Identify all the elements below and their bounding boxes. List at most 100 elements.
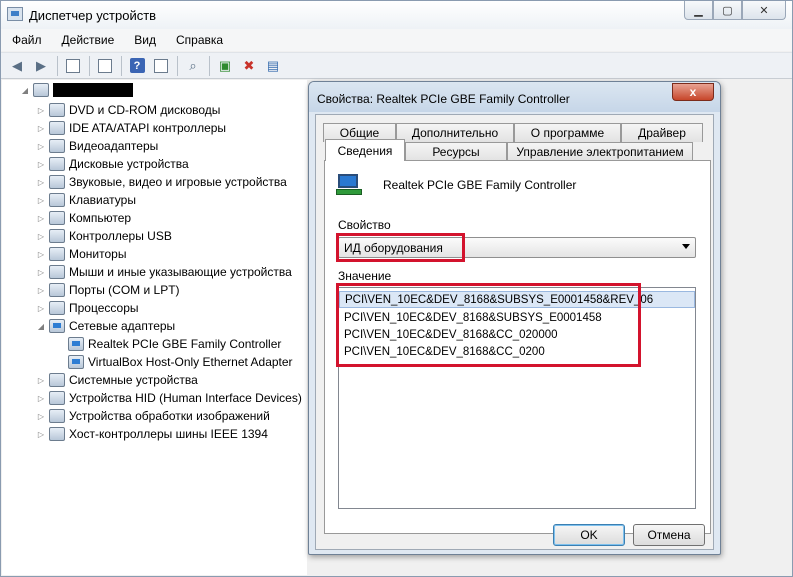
tab-power-management[interactable]: Управление электропитанием: [507, 142, 693, 161]
tree-item[interactable]: ▷ Устройства HID (Human Interface Devices…: [36, 389, 302, 407]
close-icon: x: [689, 85, 697, 99]
tree-item-label: Клавиатуры: [69, 193, 136, 207]
tree-item-label: Компьютер: [69, 211, 132, 225]
ok-button[interactable]: OK: [553, 524, 625, 546]
back-arrow-icon[interactable]: ◀: [7, 56, 27, 76]
tree-item-label: Видеоадаптеры: [69, 139, 159, 153]
view-icon[interactable]: [151, 56, 171, 76]
network-adapter-icon: [68, 355, 84, 369]
property-label: Свойство: [338, 218, 391, 232]
maximize-button[interactable]: ▢: [713, 1, 742, 20]
tab-driver[interactable]: Драйвер: [621, 123, 703, 142]
expand-icon[interactable]: ▷: [36, 394, 46, 403]
device-manager-window: Диспетчер устройств ▁ ▢ ✕ Файл Действие …: [0, 0, 793, 577]
tree-item[interactable]: ▷ Дисковые устройства: [36, 155, 189, 173]
expand-icon[interactable]: ▷: [36, 106, 46, 115]
device-manager-icon: [7, 7, 23, 21]
mouse-icon: [49, 265, 65, 279]
expand-icon[interactable]: ▷: [36, 412, 46, 421]
tree-item-label: Устройства HID (Human Interface Devices): [69, 391, 302, 405]
expand-icon[interactable]: ▷: [36, 142, 46, 151]
expand-icon[interactable]: ▷: [36, 304, 46, 313]
tree-item-label: Realtek PCIe GBE Family Controller: [88, 337, 282, 351]
tree-item-label: Звуковые, видео и игровые устройства: [69, 175, 287, 189]
help-icon[interactable]: ?: [127, 56, 147, 76]
tree-item[interactable]: ▷ DVD и CD-ROM дисководы: [36, 101, 220, 119]
tree-item[interactable]: ▷ Порты (COM и LPT): [36, 281, 180, 299]
tree-item[interactable]: ▷ Звуковые, видео и игровые устройства: [36, 173, 287, 191]
scan-hardware-icon[interactable]: ⌕: [183, 56, 203, 76]
tab-advanced[interactable]: Дополнительно: [396, 123, 514, 142]
expand-icon[interactable]: ▷: [36, 124, 46, 133]
tree-item[interactable]: ▷ Компьютер: [36, 209, 131, 227]
tab-resources[interactable]: Ресурсы: [405, 142, 507, 161]
tree-item[interactable]: ▷ Устройства обработки изображений: [36, 407, 270, 425]
title-bar: Диспетчер устройств ▁ ▢ ✕: [1, 1, 792, 29]
menu-file[interactable]: Файл: [9, 31, 45, 49]
hid-icon: [49, 391, 65, 405]
tree-item[interactable]: ▷ Процессоры: [36, 299, 139, 317]
expand-icon[interactable]: ▷: [36, 196, 46, 205]
tree-item[interactable]: ▷ Контроллеры USB: [36, 227, 172, 245]
window-controls: ▁ ▢ ✕: [684, 1, 786, 20]
tab-about[interactable]: О программе: [514, 123, 621, 142]
tree-item[interactable]: ◢ Сетевые адаптеры: [36, 317, 175, 335]
disable-device-icon[interactable]: ✖: [239, 56, 259, 76]
tree-item[interactable]: VirtualBox Host-Only Ethernet Adapter: [68, 353, 293, 371]
tree-item-label: Мыши и иные указывающие устройства: [69, 265, 292, 279]
tree-item-label: Контроллеры USB: [69, 229, 172, 243]
expand-icon[interactable]: ▷: [36, 178, 46, 187]
tree-item[interactable]: Realtek PCIe GBE Family Controller: [68, 335, 281, 353]
menu-view[interactable]: Вид: [131, 31, 159, 49]
tree-item[interactable]: ▷ IDE ATA/ATAPI контроллеры: [36, 119, 226, 137]
tab-details[interactable]: Сведения: [325, 139, 405, 161]
close-button[interactable]: ✕: [742, 1, 786, 20]
tree-item-label: Порты (COM и LPT): [69, 283, 180, 297]
tree-item[interactable]: ▷ Системные устройства: [36, 371, 198, 389]
dialog-close-button[interactable]: x: [672, 83, 714, 101]
tree-root[interactable]: ◢: [20, 81, 133, 99]
expand-icon[interactable]: ▷: [36, 286, 46, 295]
tree-item[interactable]: ▷ Хост-контроллеры шины IEEE 1394: [36, 425, 268, 443]
properties-icon[interactable]: [95, 56, 115, 76]
port-icon: [49, 283, 65, 297]
collapse-icon[interactable]: ◢: [20, 86, 30, 95]
expand-icon[interactable]: ▷: [36, 376, 46, 385]
values-label: Значение: [338, 269, 392, 283]
tree-item[interactable]: ▷ Мыши и иные указывающие устройства: [36, 263, 292, 281]
update-driver-icon[interactable]: ▣: [215, 56, 235, 76]
tree-item[interactable]: ▷ Клавиатуры: [36, 191, 136, 209]
expand-icon[interactable]: ▷: [36, 232, 46, 241]
ide-controller-icon: [49, 121, 65, 135]
tree-item[interactable]: ▷ Мониторы: [36, 245, 126, 263]
tree-item-label: VirtualBox Host-Only Ethernet Adapter: [88, 355, 293, 369]
expand-icon[interactable]: ▷: [36, 160, 46, 169]
imaging-device-icon: [49, 409, 65, 423]
device-tree: ◢ ▷ DVD и CD-ROM дисководы ▷ IDE ATA/ATAPI…: [2, 80, 307, 575]
maximize-icon: ▢: [722, 4, 733, 17]
sound-device-icon: [49, 175, 65, 189]
expand-icon[interactable]: ▷: [36, 430, 46, 439]
menu-help[interactable]: Справка: [173, 31, 226, 49]
menu-action[interactable]: Действие: [59, 31, 118, 49]
collapse-icon[interactable]: ◢: [36, 322, 46, 331]
tree-item-label: Сетевые адаптеры: [69, 319, 176, 333]
menu-bar: Файл Действие Вид Справка: [1, 29, 792, 51]
minimize-button[interactable]: ▁: [684, 1, 713, 20]
show-hide-tree-icon[interactable]: [63, 56, 83, 76]
display-adapter-icon: [49, 139, 65, 153]
tree-item-label: IDE ATA/ATAPI контроллеры: [69, 121, 227, 135]
minimize-icon: ▁: [694, 4, 703, 17]
tree-item[interactable]: ▷ Видеоадаптеры: [36, 137, 158, 155]
expand-icon[interactable]: ▷: [36, 214, 46, 223]
uninstall-device-icon[interactable]: ▤: [263, 56, 283, 76]
tree-item-label: Устройства обработки изображений: [69, 409, 270, 423]
toolbar-separator: [121, 55, 122, 76]
network-adapter-icon: [49, 319, 65, 333]
expand-icon[interactable]: ▷: [36, 250, 46, 259]
cancel-button[interactable]: Отмена: [633, 524, 705, 546]
highlight-box: [336, 283, 641, 367]
toolbar-separator: [177, 55, 178, 76]
forward-arrow-icon[interactable]: ▶: [31, 56, 51, 76]
expand-icon[interactable]: ▷: [36, 268, 46, 277]
